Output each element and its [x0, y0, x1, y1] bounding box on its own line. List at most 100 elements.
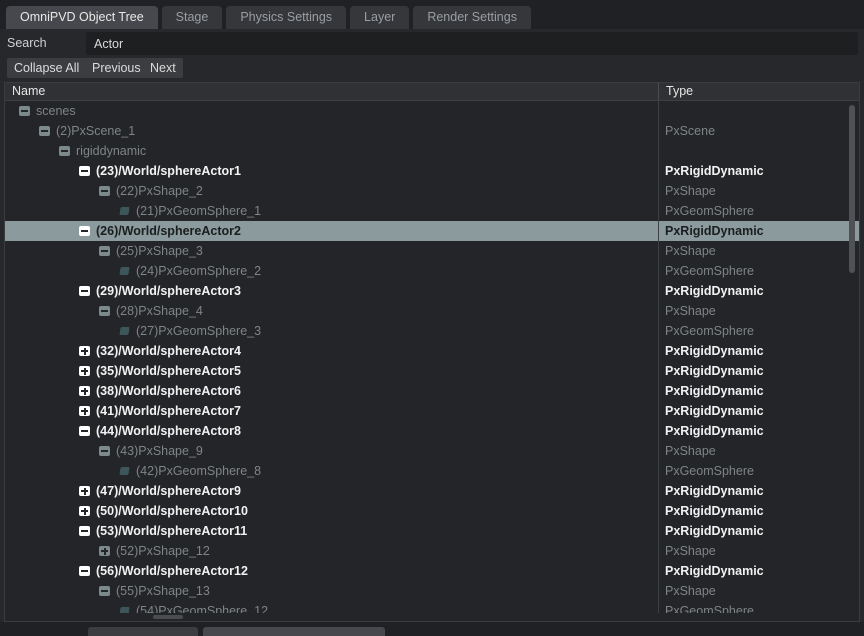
- tab-layer[interactable]: Layer: [350, 6, 409, 29]
- tree-row-label: (25)PxShape_3: [116, 241, 203, 261]
- tree-row-name-cell: (25)PxShape_3: [5, 241, 658, 261]
- expand-icon[interactable]: [79, 486, 90, 496]
- tree-row[interactable]: (28)PxShape_4PxShape: [5, 301, 859, 321]
- tree-row[interactable]: (42)PxGeomSphere_8PxGeomSphere: [5, 461, 859, 481]
- collapse-icon[interactable]: [19, 106, 30, 116]
- tree-row[interactable]: (32)/World/sphereActor4PxRigidDynamic: [5, 341, 859, 361]
- column-divider: [658, 381, 659, 401]
- tree-row-label: (47)/World/sphereActor9: [96, 481, 241, 501]
- column-divider: [658, 261, 659, 281]
- collapse-icon[interactable]: [99, 306, 110, 316]
- tree-row-label: (43)PxShape_9: [116, 441, 203, 461]
- tree-row-label: (50)/World/sphereActor10: [96, 501, 248, 521]
- collapse-icon[interactable]: [79, 566, 90, 576]
- tree-row[interactable]: (53)/World/sphereActor11PxRigidDynamic: [5, 521, 859, 541]
- column-divider: [658, 461, 659, 481]
- tree-row-name-cell: (21)PxGeomSphere_1: [5, 201, 658, 221]
- tree-row[interactable]: (25)PxShape_3PxShape: [5, 241, 859, 261]
- bottom-panel-stub-left[interactable]: [88, 627, 198, 636]
- column-divider: [658, 321, 659, 341]
- tree-row-type-cell: PxRigidDynamic: [665, 281, 855, 301]
- tree-row-name-cell: (29)/World/sphereActor3: [5, 281, 658, 301]
- vertical-scrollbar-thumb[interactable]: [849, 105, 855, 273]
- tree-row[interactable]: (29)/World/sphereActor3 PxRigidDynamic: [5, 281, 859, 301]
- tree-row[interactable]: (50)/World/sphereActor10PxRigidDynamic: [5, 501, 859, 521]
- horizontal-scrollbar[interactable]: [5, 613, 846, 621]
- bottom-panel-stub-right[interactable]: [203, 627, 385, 636]
- tree-row-label: (42)PxGeomSphere_8: [136, 461, 261, 481]
- tree-row[interactable]: (54)PxGeomSphere_12PxGeomSphere: [5, 601, 859, 613]
- tab-stage[interactable]: Stage: [162, 6, 223, 29]
- tab-physics-settings[interactable]: Physics Settings: [226, 6, 346, 29]
- collapse-icon[interactable]: [39, 126, 50, 136]
- collapse-all-button[interactable]: Collapse All: [7, 58, 86, 78]
- tree-row[interactable]: (41)/World/sphereActor7PxRigidDynamic: [5, 401, 859, 421]
- tree-row-name-cell: (47)/World/sphereActor9: [5, 481, 658, 501]
- next-button[interactable]: Next: [143, 58, 183, 78]
- previous-button[interactable]: Previous: [85, 58, 148, 78]
- tree-row-type-cell: [665, 141, 855, 161]
- expand-icon[interactable]: [79, 406, 90, 416]
- tab-render-settings[interactable]: Render Settings: [413, 6, 531, 29]
- collapse-icon[interactable]: [99, 446, 110, 456]
- tree-row-type-cell: PxRigidDynamic: [665, 161, 855, 181]
- tree-row-label: (22)PxShape_2: [116, 181, 203, 201]
- tree-row[interactable]: (35)/World/sphereActor5PxRigidDynamic: [5, 361, 859, 381]
- column-divider: [658, 581, 659, 601]
- tree-row-label: scenes: [36, 101, 76, 121]
- column-divider: [658, 221, 659, 241]
- tree-rows[interactable]: scenes(2)PxScene_1PxScenerigiddynamic(23…: [5, 101, 859, 613]
- column-header-type[interactable]: Type: [658, 83, 838, 100]
- tree-row[interactable]: (47)/World/sphereActor9PxRigidDynamic: [5, 481, 859, 501]
- tree-row-name-cell: (55)PxShape_13: [5, 581, 658, 601]
- collapse-icon[interactable]: [99, 186, 110, 196]
- expand-icon[interactable]: [79, 506, 90, 516]
- collapse-icon[interactable]: [59, 146, 70, 156]
- tree-row-name-cell: scenes: [5, 101, 658, 121]
- tree-row[interactable]: (55)PxShape_13PxShape: [5, 581, 859, 601]
- column-divider: [658, 161, 659, 181]
- search-input[interactable]: [86, 32, 858, 55]
- tree-row[interactable]: (24)PxGeomSphere_2PxGeomSphere: [5, 261, 859, 281]
- tree-row[interactable]: rigiddynamic: [5, 141, 859, 161]
- tree-row[interactable]: (38)/World/sphereActor6PxRigidDynamic: [5, 381, 859, 401]
- collapse-icon[interactable]: [79, 426, 90, 436]
- tree-row-label: (56)/World/sphereActor12: [96, 561, 248, 581]
- tree-row-type-cell: PxRigidDynamic: [665, 561, 855, 581]
- collapse-icon[interactable]: [79, 226, 90, 236]
- tree-row-label: (44)/World/sphereActor8: [96, 421, 241, 441]
- collapse-icon[interactable]: [79, 166, 90, 176]
- collapse-icon[interactable]: [79, 526, 90, 536]
- tree-row-name-cell: (41)/World/sphereActor7: [5, 401, 658, 421]
- expand-icon[interactable]: [79, 366, 90, 376]
- tree-row-label: (35)/World/sphereActor5: [96, 361, 241, 381]
- collapse-icon[interactable]: [99, 586, 110, 596]
- geometry-leaf-icon: [119, 267, 129, 275]
- tree-row[interactable]: (43)PxShape_9PxShape: [5, 441, 859, 461]
- tree-row[interactable]: (23)/World/sphereActor1PxRigidDynamic: [5, 161, 859, 181]
- column-divider: [658, 141, 659, 161]
- column-divider: [658, 401, 659, 421]
- expand-icon[interactable]: [79, 346, 90, 356]
- tree-row[interactable]: (2)PxScene_1PxScene: [5, 121, 859, 141]
- tree-row[interactable]: (22)PxShape_2PxShape: [5, 181, 859, 201]
- column-divider: [658, 481, 659, 501]
- tree-row[interactable]: (21)PxGeomSphere_1PxGeomSphere: [5, 201, 859, 221]
- expand-icon[interactable]: [99, 546, 110, 556]
- tab-omnipvd-object-tree[interactable]: OmniPVD Object Tree: [6, 6, 158, 29]
- vertical-scrollbar[interactable]: [846, 101, 858, 613]
- tree-row[interactable]: (52)PxShape_12PxShape: [5, 541, 859, 561]
- tree-row[interactable]: (44)/World/sphereActor8PxRigidDynamic: [5, 421, 859, 441]
- tree-row[interactable]: (56)/World/sphereActor12 PxRigidDynamic: [5, 561, 859, 581]
- tree-row[interactable]: (26)/World/sphereActor2PxRigidDynamic: [5, 221, 859, 241]
- column-divider: [658, 341, 659, 361]
- column-divider: [658, 241, 659, 261]
- column-header-name[interactable]: Name: [5, 83, 658, 100]
- tree-row[interactable]: (27)PxGeomSphere_3PxGeomSphere: [5, 321, 859, 341]
- column-divider: [658, 281, 659, 301]
- tree-row[interactable]: scenes: [5, 101, 859, 121]
- collapse-icon[interactable]: [99, 246, 110, 256]
- collapse-icon[interactable]: [79, 286, 90, 296]
- horizontal-scrollbar-thumb[interactable]: [153, 615, 183, 619]
- expand-icon[interactable]: [79, 386, 90, 396]
